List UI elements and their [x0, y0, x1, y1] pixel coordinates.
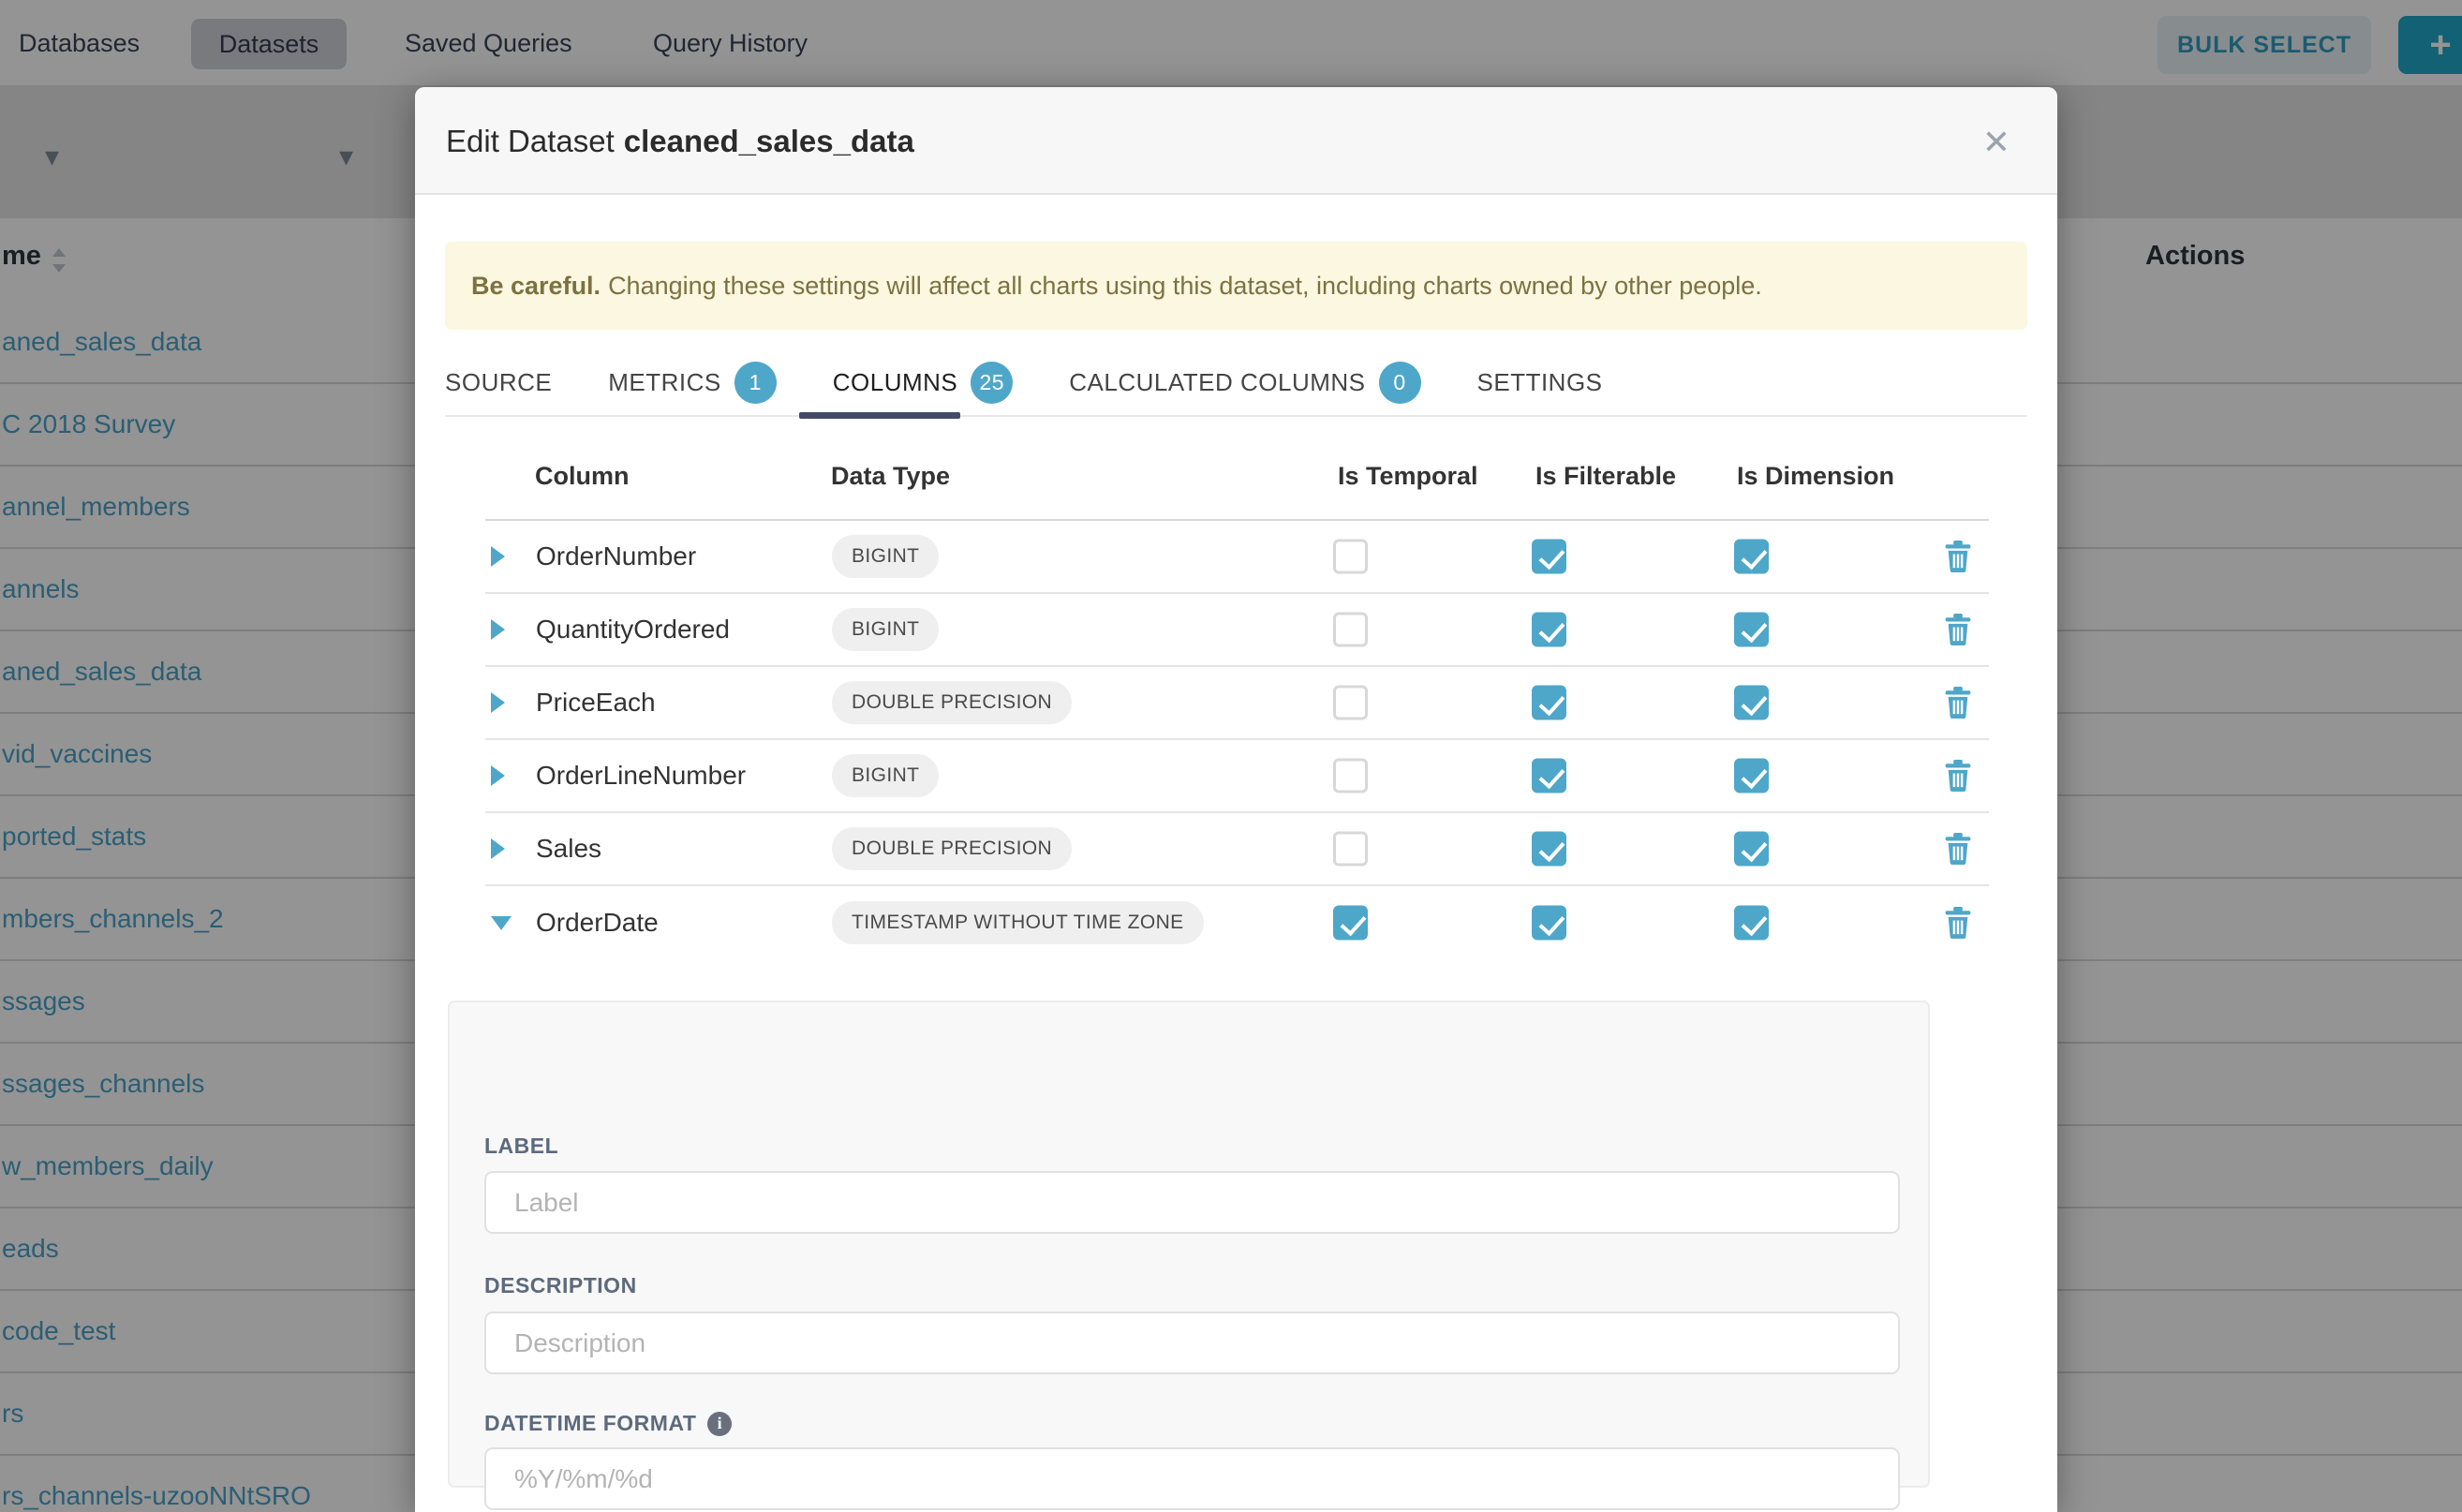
- label-field-label: LABEL: [484, 1134, 558, 1159]
- columns-count-badge: 25: [971, 362, 1013, 404]
- expand-caret-icon[interactable]: [491, 838, 505, 859]
- is-dimension-checkbox[interactable]: [1734, 686, 1769, 720]
- column-name: OrderLineNumber: [536, 761, 746, 791]
- metrics-count-badge: 1: [734, 362, 777, 404]
- description-field-label: DESCRIPTION: [484, 1273, 637, 1298]
- trash-icon[interactable]: [1944, 614, 1972, 645]
- trash-icon[interactable]: [1944, 760, 1972, 792]
- tab-columns[interactable]: COLUMNS 25: [833, 362, 1014, 404]
- info-icon[interactable]: i: [707, 1412, 732, 1436]
- column-row: QuantityOrdered BIGINT: [485, 594, 1989, 667]
- datetime-format-field-label: DATETIME FORMAT i: [484, 1411, 732, 1436]
- warning-banner-bold: Be careful.: [471, 272, 601, 301]
- expand-caret-icon[interactable]: [491, 546, 505, 567]
- tab-label: SOURCE: [445, 368, 552, 397]
- modal-tabs: SOURCE METRICS 1 COLUMNS 25 CALCULATED C…: [445, 349, 2027, 417]
- column-row: OrderDate TIMESTAMP WITHOUT TIME ZONE: [485, 886, 1989, 959]
- is-temporal-checkbox[interactable]: [1333, 540, 1368, 574]
- description-input[interactable]: [484, 1312, 1900, 1374]
- edit-dataset-modal: Edit Dataset cleaned_sales_data ✕ Be car…: [415, 87, 2057, 1512]
- modal-header: Edit Dataset cleaned_sales_data ✕: [415, 87, 2057, 195]
- warning-banner-text: Changing these settings will affect all …: [608, 272, 1762, 301]
- trash-icon[interactable]: [1944, 907, 1972, 939]
- column-name: OrderNumber: [536, 541, 696, 571]
- is-filterable-checkbox[interactable]: [1532, 540, 1566, 574]
- screen: Databases Datasets Saved Queries Query H…: [0, 0, 2462, 1512]
- columns-table: Column Data Type Is Temporal Is Filterab…: [485, 434, 1989, 959]
- trash-icon[interactable]: [1944, 833, 1972, 865]
- is-filterable-checkbox[interactable]: [1532, 906, 1566, 941]
- is-filterable-checkbox[interactable]: [1532, 832, 1566, 867]
- tab-calculated-columns[interactable]: CALCULATED COLUMNS 0: [1069, 362, 1420, 404]
- modal-title-prefix: Edit Dataset: [446, 124, 615, 159]
- trash-icon[interactable]: [1944, 541, 1972, 572]
- is-dimension-checkbox[interactable]: [1734, 759, 1769, 793]
- is-temporal-checkbox[interactable]: [1333, 832, 1368, 867]
- tab-label: COLUMNS: [833, 368, 958, 397]
- column-name: PriceEach: [536, 688, 656, 718]
- column-row: Sales DOUBLE PRECISION: [485, 813, 1989, 886]
- is-temporal-checkbox[interactable]: [1333, 759, 1368, 793]
- is-dimension-checkbox[interactable]: [1734, 832, 1769, 867]
- is-dimension-checkbox[interactable]: [1734, 540, 1769, 574]
- is-filterable-checkbox[interactable]: [1532, 686, 1566, 720]
- tab-metrics[interactable]: METRICS 1: [608, 362, 777, 404]
- expand-caret-icon[interactable]: [491, 765, 505, 786]
- is-dimension-checkbox[interactable]: [1734, 613, 1769, 647]
- header-column: Column: [535, 462, 630, 491]
- column-row: OrderLineNumber BIGINT: [485, 740, 1989, 813]
- label-field-label-text: LABEL: [484, 1134, 558, 1159]
- column-row: PriceEach DOUBLE PRECISION: [485, 667, 1989, 740]
- active-tab-indicator: [799, 412, 960, 419]
- tab-label: SETTINGS: [1477, 368, 1603, 397]
- tab-source[interactable]: SOURCE: [445, 368, 552, 397]
- columns-table-header: Column Data Type Is Temporal Is Filterab…: [485, 434, 1989, 521]
- header-is-dimension: Is Dimension: [1737, 462, 1894, 491]
- warning-banner: Be careful. Changing these settings will…: [445, 242, 2027, 330]
- expand-caret-icon[interactable]: [491, 619, 505, 640]
- trash-icon[interactable]: [1944, 687, 1972, 719]
- description-field-label-text: DESCRIPTION: [484, 1273, 637, 1298]
- header-is-temporal: Is Temporal: [1338, 462, 1478, 491]
- column-name: Sales: [536, 834, 601, 864]
- header-is-filterable: Is Filterable: [1535, 462, 1676, 491]
- column-name: OrderDate: [536, 908, 659, 938]
- data-type-pill: BIGINT: [832, 535, 939, 578]
- is-filterable-checkbox[interactable]: [1532, 759, 1566, 793]
- label-input[interactable]: [484, 1171, 1900, 1234]
- expand-caret-icon[interactable]: [491, 916, 512, 930]
- modal-title: Edit Dataset cleaned_sales_data: [446, 87, 914, 195]
- is-dimension-checkbox[interactable]: [1734, 906, 1769, 941]
- data-type-pill: BIGINT: [832, 608, 939, 651]
- column-editor-panel: LABEL DESCRIPTION DATETIME FORMAT i: [448, 1001, 1930, 1488]
- is-temporal-checkbox[interactable]: [1333, 613, 1368, 647]
- data-type-pill: TIMESTAMP WITHOUT TIME ZONE: [832, 901, 1204, 944]
- column-name: QuantityOrdered: [536, 615, 730, 645]
- data-type-pill: DOUBLE PRECISION: [832, 681, 1072, 724]
- header-data-type: Data Type: [831, 462, 950, 491]
- close-icon[interactable]: ✕: [1975, 121, 2018, 164]
- modal-title-dataset-name: cleaned_sales_data: [624, 124, 914, 159]
- expand-caret-icon[interactable]: [491, 692, 505, 713]
- is-temporal-checkbox[interactable]: [1333, 906, 1368, 941]
- tab-label: CALCULATED COLUMNS: [1069, 368, 1365, 397]
- is-temporal-checkbox[interactable]: [1333, 686, 1368, 720]
- data-type-pill: DOUBLE PRECISION: [832, 827, 1072, 870]
- datetime-format-label-text: DATETIME FORMAT: [484, 1411, 696, 1436]
- data-type-pill: BIGINT: [832, 754, 939, 797]
- is-filterable-checkbox[interactable]: [1532, 613, 1566, 647]
- tab-label: METRICS: [608, 368, 721, 397]
- calculated-columns-count-badge: 0: [1379, 362, 1421, 404]
- column-row: OrderNumber BIGINT: [485, 521, 1989, 594]
- tab-settings[interactable]: SETTINGS: [1477, 368, 1603, 397]
- datetime-format-input[interactable]: [484, 1447, 1900, 1510]
